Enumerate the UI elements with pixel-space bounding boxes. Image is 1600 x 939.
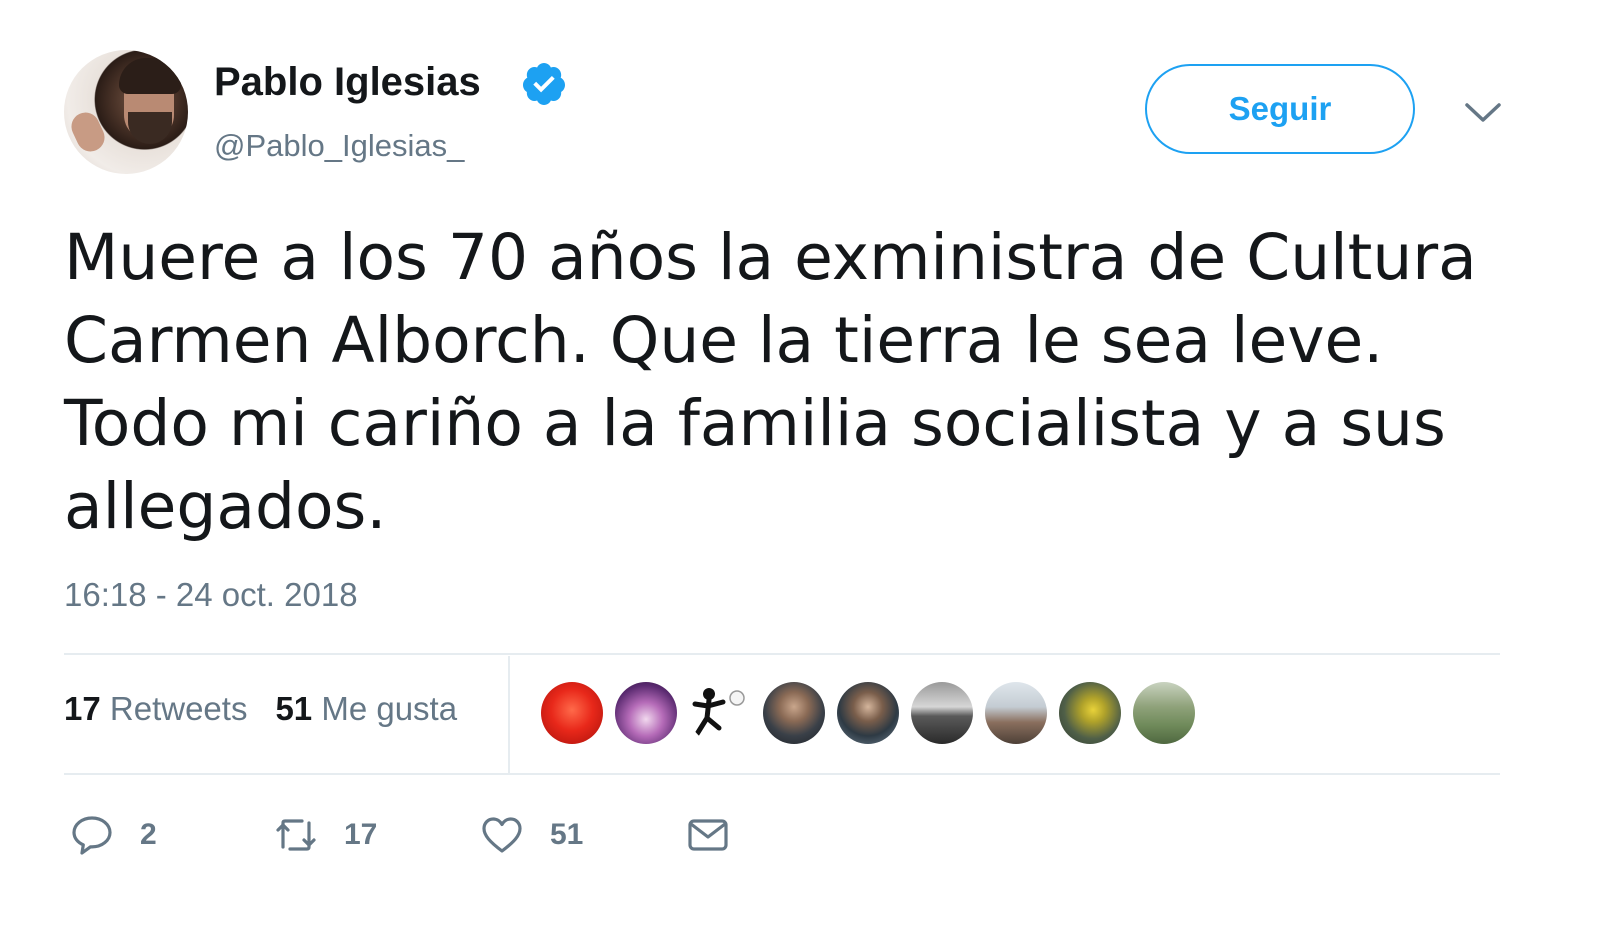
stats-divider xyxy=(508,656,510,774)
reply-action[interactable]: 2 xyxy=(70,808,157,862)
retweet-action[interactable]: 17 xyxy=(274,808,377,862)
tweet-stats: 17 Retweets 51 Me gusta xyxy=(64,690,457,728)
liker-avatar-red[interactable] xyxy=(541,682,603,744)
liker-avatar-landscape-gray[interactable] xyxy=(911,682,973,744)
tweet-timestamp[interactable]: 16:18 - 24 oct. 2018 xyxy=(64,576,358,614)
retweets-stat[interactable]: 17 Retweets xyxy=(64,690,247,727)
author-handle[interactable]: @Pablo_Iglesias_ xyxy=(214,128,464,164)
retweet-count: 17 xyxy=(344,818,378,851)
retweets-count: 17 xyxy=(64,690,101,727)
like-action[interactable]: 51 xyxy=(480,808,583,862)
chevron-down-icon[interactable] xyxy=(1464,100,1502,126)
divider-top xyxy=(64,653,1500,655)
likes-label: Me gusta xyxy=(321,690,458,727)
divider-bottom xyxy=(64,773,1500,775)
heart-icon xyxy=(482,817,522,853)
author-name[interactable]: Pablo Iglesias xyxy=(214,60,481,105)
liker-avatar-building[interactable] xyxy=(985,682,1047,744)
liker-avatar-football-kick[interactable] xyxy=(689,682,751,744)
direct-message-action[interactable] xyxy=(686,808,730,862)
tweet-text-line: allegados. xyxy=(64,470,387,543)
author-avatar[interactable] xyxy=(64,50,188,174)
follow-button[interactable]: Seguir xyxy=(1145,64,1415,154)
likes-stat[interactable]: 51 Me gusta xyxy=(275,690,457,727)
retweets-label: Retweets xyxy=(109,690,248,727)
tweet-text-line: Muere a los 70 años la exministra de Cul… xyxy=(64,221,1477,294)
tweet-text-line: Todo mi cariño a la familia socialista y… xyxy=(64,387,1446,460)
liker-avatar-green-field[interactable] xyxy=(1133,682,1195,744)
envelope-icon xyxy=(688,819,728,851)
liker-avatar-man-glasses[interactable] xyxy=(837,682,899,744)
liker-avatar-man[interactable] xyxy=(763,682,825,744)
like-count: 51 xyxy=(550,818,584,851)
liker-avatar-purple-cartoon[interactable] xyxy=(615,682,677,744)
liker-avatar-yellow-figure[interactable] xyxy=(1059,682,1121,744)
verified-badge-icon xyxy=(522,63,565,105)
tweet-text: Muere a los 70 años la exministra de Cul… xyxy=(64,216,1524,548)
likes-count: 51 xyxy=(275,690,313,727)
tweet-text-line: Carmen Alborch. Que la tierra le sea lev… xyxy=(64,304,1384,377)
reply-count: 2 xyxy=(140,818,157,851)
retweet-icon xyxy=(276,819,316,851)
reply-icon xyxy=(72,816,112,855)
